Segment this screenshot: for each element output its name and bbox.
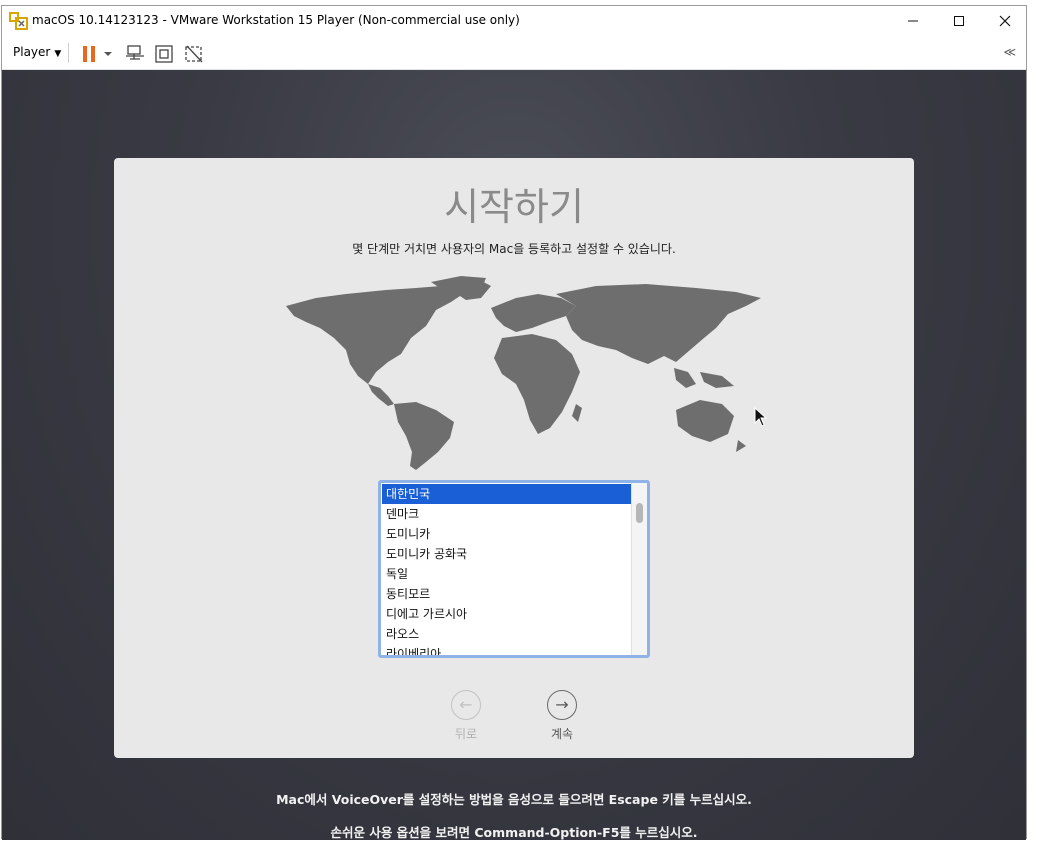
minimize-button[interactable] [890, 6, 936, 36]
list-scrollbar[interactable] [631, 483, 647, 655]
list-item[interactable]: 독일 [382, 564, 633, 584]
minimize-icon [908, 20, 918, 22]
maximize-icon [954, 16, 964, 26]
page-subtitle: 몇 단계만 거치면 사용자의 Mac을 등록하고 설정할 수 있습니다. [352, 242, 676, 256]
window-title: macOS 10.14123123 - VMware Workstation 1… [32, 13, 520, 27]
back-label: 뒤로 [454, 727, 478, 741]
scroll-thumb[interactable] [636, 503, 643, 523]
close-button[interactable] [982, 6, 1028, 36]
player-menu[interactable]: Player ▼ [13, 45, 61, 59]
world-map-image [286, 276, 761, 470]
arrow-right-icon: → [547, 690, 577, 720]
collapse-icon[interactable]: ≪ [1003, 45, 1016, 59]
list-item[interactable]: 도미니카 공화국 [382, 544, 633, 564]
list-item[interactable]: 도미니카 [382, 524, 633, 544]
chevron-down-icon: ▼ [54, 49, 62, 59]
list-item[interactable]: 덴마크 [382, 504, 633, 524]
page-title: 시작하기 [444, 185, 584, 229]
fullscreen-icon[interactable] [153, 43, 175, 65]
setup-assistant-panel: 시작하기 몇 단계만 거치면 사용자의 Mac을 등록하고 설정할 수 있습니다… [114, 158, 914, 758]
accessibility-hint: 손쉬운 사용 옵션을 보려면 Command-Option-F5를 누르십시오. [330, 825, 698, 840]
list-item[interactable]: 라오스 [382, 624, 633, 644]
player-menu-label: Player [13, 45, 51, 59]
vmware-app-icon [9, 12, 28, 30]
close-icon [999, 15, 1011, 27]
continue-label: 계속 [550, 727, 574, 741]
player-toolbar: Player ▼ ≪ [2, 36, 1026, 70]
country-list-items: 대한민국 덴마크 도미니카 도미니카 공화국 독일 동티모르 디에고 가르시아 … [382, 484, 633, 655]
unity-icon[interactable] [183, 43, 205, 65]
list-item[interactable]: 라이베리아 [382, 644, 633, 655]
voiceover-hint: Mac에서 VoiceOver를 설정하는 방법을 음성으로 들으려면 Esca… [276, 792, 752, 807]
list-item[interactable]: 디에고 가르시아 [382, 604, 633, 624]
vm-display[interactable]: 시작하기 몇 단계만 거치면 사용자의 Mac을 등록하고 설정할 수 있습니다… [2, 70, 1026, 840]
maximize-button[interactable] [936, 6, 982, 36]
continue-button[interactable]: → 계속 [532, 690, 592, 742]
pause-dropdown-icon[interactable] [102, 43, 114, 65]
toolbar-divider [68, 43, 69, 63]
country-list[interactable]: 대한민국 덴마크 도미니카 도미니카 공화국 독일 동티모르 디에고 가르시아 … [378, 480, 650, 658]
list-item-selected[interactable]: 대한민국 [382, 484, 633, 504]
title-bar[interactable]: macOS 10.14123123 - VMware Workstation 1… [2, 6, 1026, 36]
mouse-pointer-icon [754, 407, 768, 427]
list-item[interactable]: 동티모르 [382, 584, 633, 604]
pause-icon[interactable] [79, 43, 101, 65]
vmware-window: macOS 10.14123123 - VMware Workstation 1… [1, 5, 1027, 840]
send-ctrl-alt-del-icon[interactable] [124, 43, 146, 65]
arrow-left-icon: ← [451, 690, 481, 720]
back-button[interactable]: ← 뒤로 [436, 690, 496, 742]
